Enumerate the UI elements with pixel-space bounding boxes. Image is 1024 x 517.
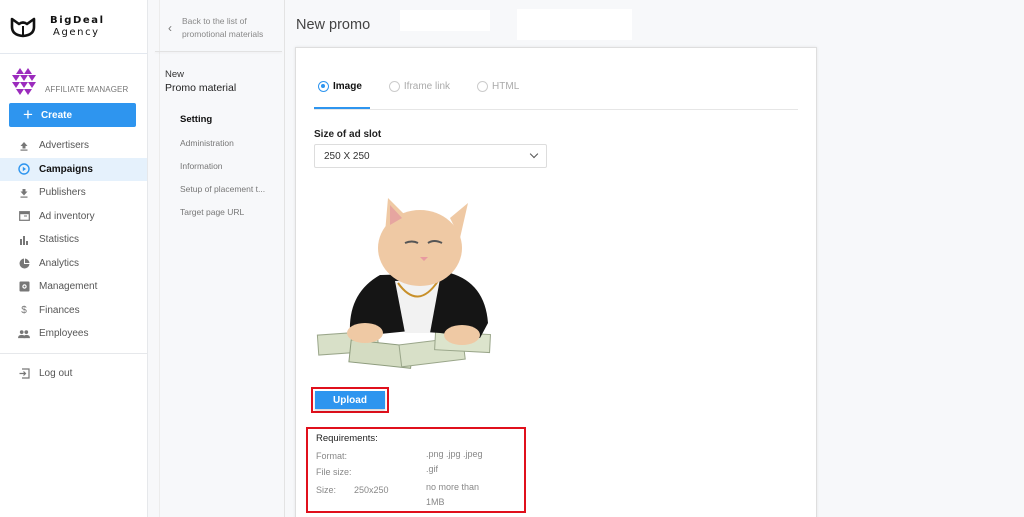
logout-icon [18,368,30,380]
download-icon [18,187,30,199]
file-size-value-1: no more than [426,482,480,492]
size-value: 250x250 [354,485,389,495]
format-value-1: .png .jpg .jpeg [426,449,483,459]
file-size-value-2: 1MB [426,497,445,507]
ad-slot-size-label: Size of ad slot [314,129,382,140]
brand-subname: Agency [53,26,100,38]
radio-selected-icon [318,80,329,92]
requirements-title: Requirements: [316,433,378,444]
subnav-setting[interactable]: Setting [180,108,265,131]
sidebar-item-advertisers[interactable]: Advertisers [0,134,147,158]
app: BigDeal Agency AFFILIATE MANAGER + Creat… [0,0,1024,517]
subpanel-divider [155,51,282,52]
redacted-box [517,9,632,40]
sidebar-item-campaigns[interactable]: Campaigns [0,157,147,181]
sidebar-item-ad-inventory[interactable]: Ad inventory [0,205,147,229]
pie-chart-icon [18,257,30,269]
avatar[interactable] [9,66,39,96]
requirements-box: Requirements: Format: File size: Size: 2… [306,427,526,513]
promo-form-card: Image Iframe link HTML Size of ad slot 2… [295,47,817,517]
sidebar-item-management[interactable]: Management [0,275,147,299]
brand-name: BigDeal [50,14,105,26]
back-to-list-link[interactable]: ‹ Back to the list of promotional materi… [168,15,283,41]
tab-html[interactable]: HTML [477,78,519,94]
main-nav: Advertisers Campaigns Publishers Ad inve… [0,134,147,346]
sidebar: BigDeal Agency AFFILIATE MANAGER + Creat… [0,0,148,517]
upload-button[interactable]: Upload [315,391,385,409]
file-size-label: File size: [316,467,352,477]
play-circle-icon [18,163,30,175]
type-tabs: Image Iframe link HTML [318,78,546,94]
create-button[interactable]: + Create [9,103,136,127]
sidebar-item-statistics[interactable]: Statistics [0,228,147,252]
subpanel-title-prefix: New [165,69,185,80]
ad-slot-size-select[interactable]: 250 X 250 [314,144,547,168]
subnav-target-page-url[interactable]: Target page URL [180,200,265,223]
sidebar-item-finances[interactable]: $ Finances [0,299,147,323]
size-label: Size: [316,485,337,495]
chevron-left-icon: ‹ [168,21,172,35]
user-role: AFFILIATE MANAGER [45,85,129,94]
tab-iframe-link[interactable]: Iframe link [388,78,450,94]
radio-icon [477,80,489,92]
uploaded-image-preview [316,198,492,369]
format-value-2: .gif [426,464,439,474]
people-icon [18,328,30,340]
logout-button[interactable]: Log out [0,362,147,386]
nav-divider [0,353,147,354]
upload-icon [18,140,30,152]
radio-icon [388,80,400,92]
tabs-divider [314,109,798,110]
subnav-information[interactable]: Information [180,154,265,177]
browser-window-icon [18,210,30,222]
sidebar-item-analytics[interactable]: Analytics [0,252,147,276]
settings-box-icon [18,281,30,293]
brand-logo-icon [10,17,36,37]
plus-icon: + [23,104,33,124]
sidebar-item-publishers[interactable]: Publishers [0,181,147,205]
upload-highlight: Upload [311,387,389,413]
subnav-setup-placement[interactable]: Setup of placement t... [180,177,265,200]
brand[interactable]: BigDeal Agency [0,0,147,54]
format-label: Format: [316,451,348,461]
page-title: New promo [296,17,371,33]
bar-chart-icon [18,234,30,246]
sidebar-item-employees[interactable]: Employees [0,322,147,346]
chevron-down-icon [529,149,539,159]
tab-image[interactable]: Image [318,78,362,94]
redacted-box [400,10,490,31]
subnav-administration[interactable]: Administration [180,131,265,154]
subpanel-title: Promo material [165,82,237,94]
subpanel-nav: Setting Administration Information Setup… [180,108,265,223]
dollar-icon: $ [21,304,27,316]
